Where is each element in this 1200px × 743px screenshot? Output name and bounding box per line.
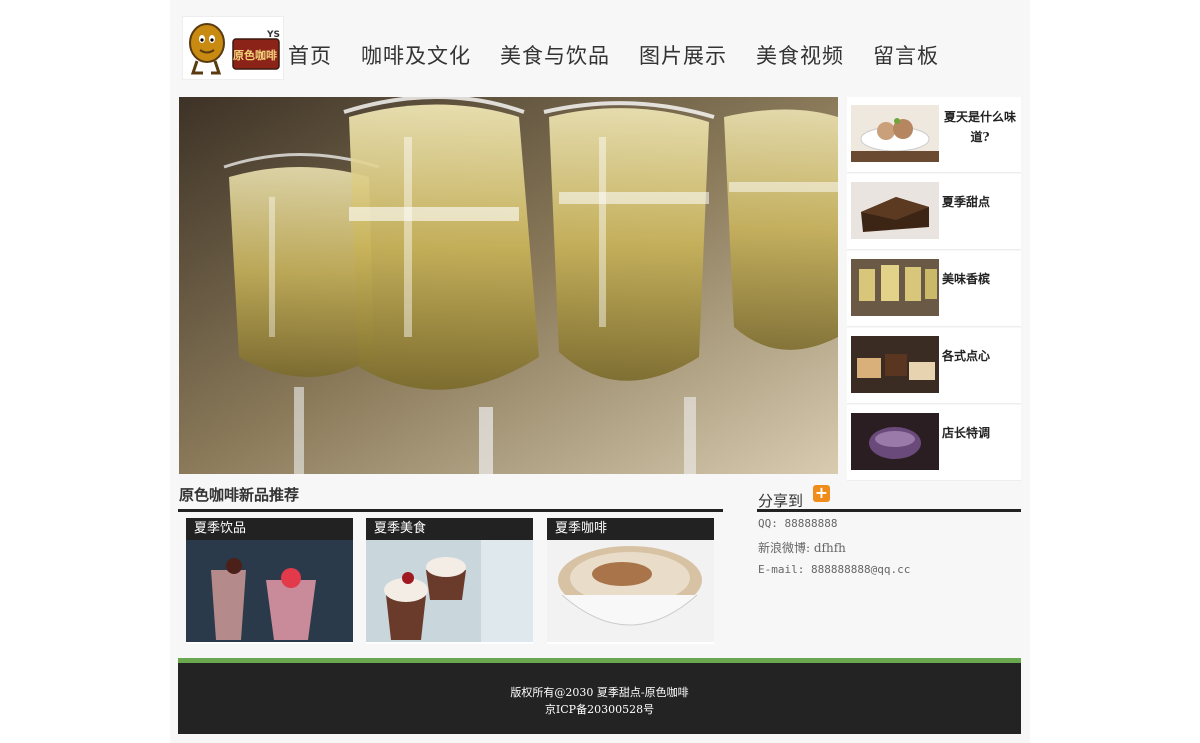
chocolate-cake-thumbnail	[851, 182, 939, 239]
summer-coffee-image	[547, 540, 714, 642]
list-item[interactable]: 夏天是什么味道?	[847, 97, 1021, 173]
list-item[interactable]: 夏季甜点	[847, 174, 1021, 250]
svg-text:YS: YS	[266, 30, 280, 40]
product-card[interactable]: 夏季咖啡	[547, 518, 714, 644]
svg-text:原色咖啡: 原色咖啡	[233, 48, 277, 62]
contact-email: E-mail: 888888888@qq.cc	[758, 563, 911, 576]
side-item-title: 各式点心	[942, 349, 991, 363]
summer-food-image	[366, 540, 533, 642]
product-card-label: 夏季美食	[366, 518, 533, 540]
footer-copyright: 版权所有@2030 夏季甜点-原色咖啡	[510, 686, 689, 699]
ice-cream-thumbnail	[851, 105, 939, 162]
side-article-list: 夏天是什么味道? 夏季甜点 美味香槟 各式点心 店长特调	[847, 97, 1021, 482]
product-card[interactable]: 夏季美食	[366, 518, 533, 644]
side-item-title: 夏季甜点	[942, 195, 991, 209]
site-logo[interactable]: 原色咖啡 YS	[182, 16, 284, 80]
product-card-label: 夏季饮品	[186, 518, 353, 540]
side-item-title: 店长特调	[942, 426, 991, 440]
page: 原色咖啡 YS 首页 咖啡及文化 美食与饮品 图片展示 美食视频 留言板 夏天是…	[170, 0, 1030, 743]
share-divider	[757, 509, 1021, 512]
signature-drink-thumbnail	[851, 413, 939, 470]
share-heading: 分享到	[758, 492, 804, 510]
list-item[interactable]: 美味香槟	[847, 251, 1021, 327]
nav-coffee-culture[interactable]: 咖啡及文化	[361, 40, 471, 70]
contact-weibo: 新浪微博: dfhfh	[758, 541, 846, 555]
product-card[interactable]: 夏季饮品	[186, 518, 353, 644]
plus-icon[interactable]: +	[813, 485, 830, 502]
list-item[interactable]: 各式点心	[847, 328, 1021, 404]
footer-icp: 京ICP备20300528号	[544, 703, 655, 716]
summer-drinks-image	[186, 540, 353, 642]
new-products-divider	[178, 509, 723, 512]
nav-home[interactable]: 首页	[288, 40, 332, 70]
side-item-title: 夏天是什么味道?	[943, 110, 1016, 144]
nav-food-video[interactable]: 美食视频	[756, 40, 844, 70]
logo-graphic: 原色咖啡 YS	[189, 23, 280, 75]
contact-qq: QQ: 88888888	[758, 517, 838, 530]
side-item-title: 美味香槟	[942, 272, 991, 286]
new-products-heading: 原色咖啡新品推荐	[179, 486, 300, 504]
pastries-thumbnail	[851, 336, 939, 393]
nav-food-drinks[interactable]: 美食与饮品	[500, 40, 610, 70]
footer: 版权所有@2030 夏季甜点-原色咖啡 京ICP备20300528号	[178, 663, 1021, 734]
main-nav: 首页 咖啡及文化 美食与饮品 图片展示 美食视频 留言板	[288, 40, 968, 70]
champagne-thumbnail	[851, 259, 939, 316]
nav-guestbook[interactable]: 留言板	[873, 40, 939, 70]
product-card-label: 夏季咖啡	[547, 518, 714, 540]
list-item[interactable]: 店长特调	[847, 405, 1021, 481]
hero-banner-image[interactable]	[179, 97, 838, 474]
nav-gallery[interactable]: 图片展示	[639, 40, 727, 70]
